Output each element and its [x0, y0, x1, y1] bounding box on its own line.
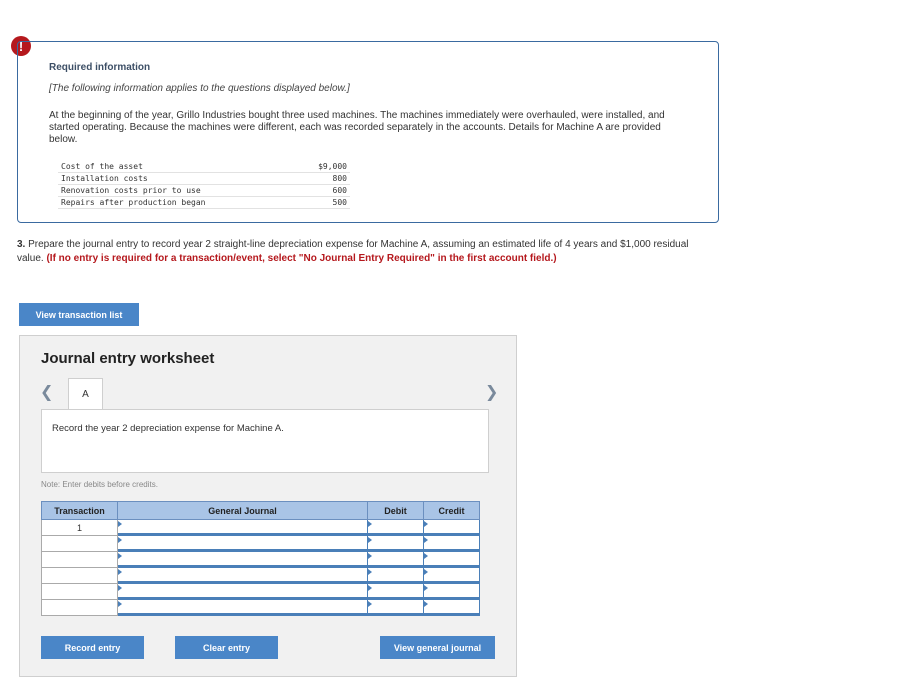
credit-input[interactable] — [423, 519, 480, 536]
account-select[interactable] — [117, 583, 368, 600]
transaction-number — [41, 583, 118, 600]
cost-label: Cost of the asset — [58, 161, 296, 173]
cost-amount: 600 — [295, 184, 350, 197]
required-information-panel: Required information [The following info… — [17, 41, 719, 223]
transaction-number — [41, 551, 118, 568]
journal-entry-worksheet: Journal entry worksheet ❮ A ❯ Record the… — [19, 335, 517, 677]
account-select[interactable] — [117, 551, 368, 568]
credit-input[interactable] — [423, 535, 480, 552]
journal-row — [41, 551, 480, 568]
chevron-left-icon[interactable]: ❮ — [40, 382, 53, 402]
worksheet-title: Journal entry worksheet — [41, 350, 215, 367]
credit-input[interactable] — [423, 599, 480, 616]
info-title: Required information — [49, 62, 151, 73]
cost-amount: 500 — [295, 196, 350, 209]
account-select[interactable] — [117, 567, 368, 584]
credit-input[interactable] — [423, 567, 480, 584]
credit-input[interactable] — [423, 551, 480, 568]
debit-input[interactable] — [367, 583, 424, 600]
account-select[interactable] — [117, 519, 368, 536]
journal-row — [41, 583, 480, 600]
col-transaction: Transaction — [41, 501, 118, 520]
debit-input[interactable] — [367, 551, 424, 568]
debit-input[interactable] — [367, 535, 424, 552]
col-debit: Debit — [367, 501, 424, 520]
cost-label: Installation costs — [58, 172, 296, 185]
task-description-box: Record the year 2 depreciation expense f… — [41, 409, 489, 473]
journal-table: Transaction General Journal Debit Credit… — [41, 501, 480, 616]
record-entry-button[interactable]: Record entry — [41, 636, 144, 659]
view-transaction-list-button[interactable]: View transaction list — [19, 303, 139, 326]
cost-label: Repairs after production began — [58, 196, 296, 209]
transaction-number — [41, 535, 118, 552]
question-instruction: (If no entry is required for a transacti… — [46, 252, 557, 264]
transaction-number — [41, 567, 118, 584]
col-general-journal: General Journal — [117, 501, 368, 520]
transaction-number — [41, 599, 118, 616]
journal-row — [41, 535, 480, 552]
info-body: At the beginning of the year, Grillo Ind… — [49, 110, 665, 145]
journal-row — [41, 567, 480, 584]
task-text: Record the year 2 depreciation expense f… — [52, 423, 284, 434]
cost-row: Installation costs 800 — [58, 172, 350, 185]
cost-amount: 800 — [295, 172, 350, 185]
journal-row: 1 — [41, 519, 480, 536]
debit-input[interactable] — [367, 599, 424, 616]
col-credit: Credit — [423, 501, 480, 520]
cost-label: Renovation costs prior to use — [58, 184, 296, 197]
tab-a[interactable]: A — [68, 378, 103, 410]
debit-input[interactable] — [367, 519, 424, 536]
journal-header-row: Transaction General Journal Debit Credit — [41, 501, 480, 520]
credit-input[interactable] — [423, 583, 480, 600]
transaction-number: 1 — [41, 519, 118, 536]
info-note: [The following information applies to th… — [49, 83, 350, 94]
cost-amount: $9,000 — [295, 161, 350, 173]
view-general-journal-button[interactable]: View general journal — [380, 636, 495, 659]
clear-entry-button[interactable]: Clear entry — [175, 636, 278, 659]
account-select[interactable] — [117, 535, 368, 552]
cost-row: Renovation costs prior to use 600 — [58, 184, 350, 197]
journal-row — [41, 599, 480, 616]
cost-row: Cost of the asset $9,000 — [58, 161, 350, 173]
cost-row: Repairs after production began 500 — [58, 196, 350, 209]
machine-a-cost-table: Cost of the asset $9,000 Installation co… — [58, 161, 350, 209]
debit-input[interactable] — [367, 567, 424, 584]
question-text: 3. Prepare the journal entry to record y… — [17, 238, 717, 265]
debit-credit-note: Note: Enter debits before credits. — [41, 480, 158, 489]
chevron-right-icon[interactable]: ❯ — [485, 382, 498, 402]
account-select[interactable] — [117, 599, 368, 616]
